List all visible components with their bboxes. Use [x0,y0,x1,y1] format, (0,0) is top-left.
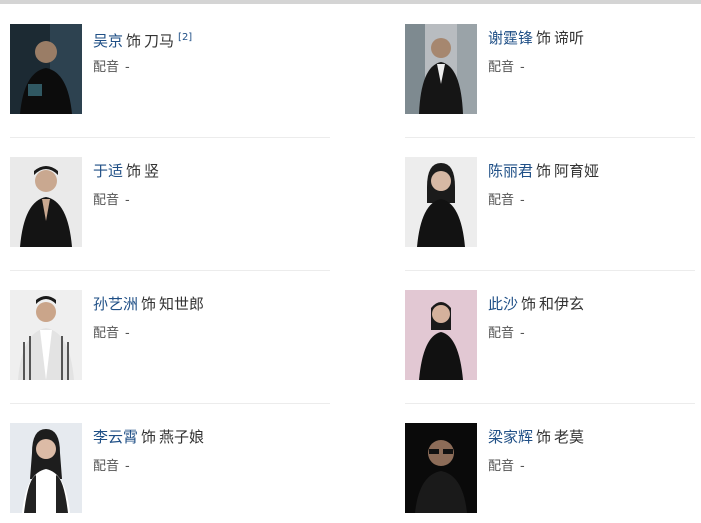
cast-list: 吴京饰刀马 [2] 配音 - 谢霆锋饰谛听 配音 - 于适 饰 竖 配音 - 陈… [0,0,701,513]
dubbing-value: - [520,326,525,341]
reference-link[interactable]: [2] [178,32,192,43]
role-prefix: 饰 [141,295,157,313]
role-prefix: 饰 [141,428,157,446]
role-prefix: 饰 [521,295,537,313]
dubbing-label: 配音 [93,326,120,341]
dubbing-line: 配音 - [488,458,525,476]
actor-name-link[interactable]: 李云霄 [93,428,138,446]
role-prefix: 饰 [536,428,552,446]
actor-photo[interactable] [10,24,82,114]
actor-photo[interactable] [405,157,477,247]
dubbing-value: - [125,326,130,341]
name-line: 此沙饰和伊玄 [488,294,584,314]
dubbing-label: 配音 [488,326,515,341]
cast-card: 梁家辉饰老莫 配音 - [405,423,701,523]
dubbing-line: 配音 - [488,325,525,343]
dubbing-value: - [520,459,525,474]
role-name: 谛听 [554,29,585,47]
role-name: 刀马 [144,32,175,50]
role-prefix: 饰 [126,32,142,50]
portrait-image [10,423,82,513]
actor-name-link[interactable]: 吴京 [93,32,123,50]
actor-photo[interactable] [405,423,477,513]
dubbing-value: - [520,193,525,208]
dubbing-line: 配音 - [93,192,130,210]
portrait-image [10,290,82,380]
actor-photo[interactable] [10,423,82,513]
name-line: 孙艺洲饰知世郎 [93,294,204,314]
actor-name-link[interactable]: 陈丽君 [488,162,533,180]
dubbing-label: 配音 [93,459,120,474]
cast-card: 李云霄饰燕子娘 配音 - [10,423,310,523]
role-prefix: 饰 [126,162,142,180]
name-line: 于适饰竖 [93,161,159,181]
name-line: 吴京饰刀马 [2] [93,28,192,51]
role-name: 燕子娘 [159,428,205,446]
cast-card: 陈丽君饰阿育娅 配音 - [405,157,701,257]
dubbing-line: 配音 - [93,458,130,476]
role-prefix: 饰 [536,29,552,47]
row-divider [10,270,330,271]
portrait-image [405,24,477,114]
dubbing-label: 配音 [488,60,515,75]
actor-photo[interactable] [10,290,82,380]
row-divider [405,270,695,271]
role-name: 知世郎 [159,295,205,313]
dubbing-line: 配音 - [488,192,525,210]
cast-card: 此沙饰和伊玄 配音 - [405,290,701,390]
dubbing-label: 配音 [93,60,120,75]
actor-name-link[interactable]: 此沙 [488,295,518,313]
portrait-image [10,157,82,247]
dubbing-value: - [125,193,130,208]
dubbing-label: 配音 [488,193,515,208]
row-divider [10,137,330,138]
row-divider [10,403,330,404]
cast-card: 吴京饰刀马 [2] 配音 - [10,24,310,124]
dubbing-value: - [520,60,525,75]
portrait-image [405,423,477,513]
actor-photo[interactable] [405,290,477,380]
name-line: 李云霄饰燕子娘 [93,427,204,447]
actor-name-link[interactable]: 谢霆锋 [488,29,533,47]
actor-name-link[interactable]: 梁家辉 [488,428,533,446]
cast-card: 于适饰竖 配音 - [10,157,310,257]
role-name: 阿育娅 [554,162,600,180]
name-line: 谢霆锋饰谛听 [488,28,584,48]
name-line: 梁家辉饰老莫 [488,427,584,447]
actor-photo[interactable] [10,157,82,247]
dubbing-label: 配音 [93,193,120,208]
portrait-image [405,157,477,247]
role-name: 老莫 [554,428,585,446]
dubbing-value: - [125,459,130,474]
actor-name-link[interactable]: 于适 [93,162,123,180]
cast-card: 孙艺洲饰知世郎 配音 - [10,290,310,390]
dubbing-label: 配音 [488,459,515,474]
dubbing-line: 配音 - [93,325,130,343]
actor-photo[interactable] [405,24,477,114]
role-name: 和伊玄 [539,295,585,313]
portrait-image [405,290,477,380]
actor-name-link[interactable]: 孙艺洲 [93,295,138,313]
row-divider [405,137,695,138]
portrait-image [10,24,82,114]
dubbing-line: 配音 - [488,59,525,77]
role-name: 竖 [144,162,160,180]
cast-card: 谢霆锋饰谛听 配音 - [405,24,701,124]
role-prefix: 饰 [536,162,552,180]
dubbing-value: - [125,60,130,75]
row-divider [405,403,695,404]
dubbing-line: 配音 - [93,59,130,77]
name-line: 陈丽君饰阿育娅 [488,161,599,181]
